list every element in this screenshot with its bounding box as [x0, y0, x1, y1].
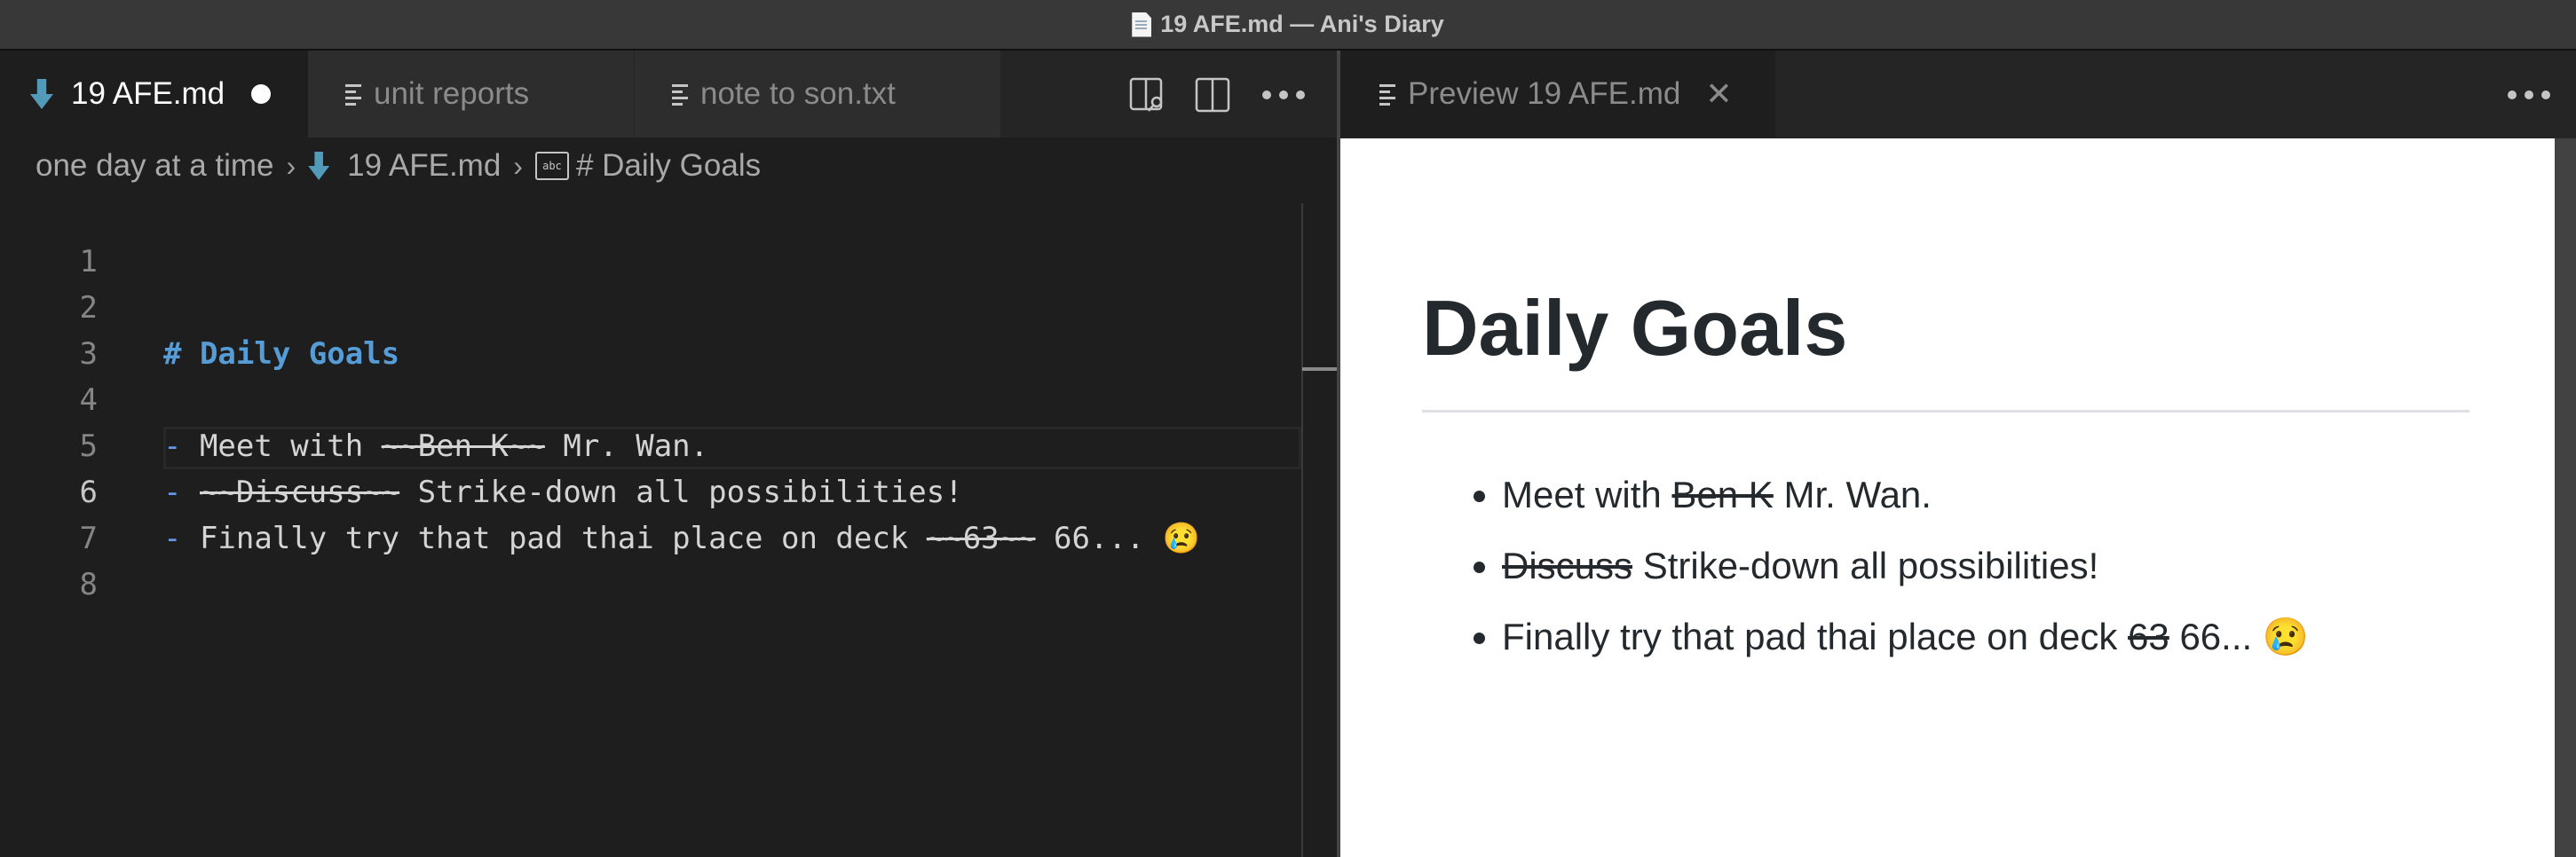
cursor-position-marker: [1302, 367, 1337, 371]
struck-text: 63: [2128, 616, 2169, 657]
item-text: Strike-down all possibilities!: [1632, 545, 2099, 586]
chevron-right-icon: ›: [513, 149, 523, 182]
editor-line[interactable]: 1: [0, 193, 1301, 279]
tab-label: note to son.txt: [700, 76, 896, 111]
preview-scrollbar[interactable]: [2555, 138, 2576, 857]
title-bar: 19 AFE.md — Ani's Diary: [0, 0, 2576, 51]
item-text: Finally try that pad thai place on deck: [1502, 616, 2129, 657]
preview-heading: Daily Goals: [1422, 284, 1848, 372]
list-item: Meet with Ben K Mr. Wan.: [1502, 460, 2309, 531]
item-text: Meet with: [1502, 474, 1672, 515]
preview-list: Meet with Ben K Mr. Wan. Discuss Strike-…: [1422, 460, 2309, 672]
unsaved-dot-icon[interactable]: [251, 84, 272, 104]
breadcrumb-symbol[interactable]: # Daily Goals: [576, 148, 761, 184]
editor-line[interactable]: 8: [0, 515, 1301, 602]
editor-line-current[interactable]: 6 - Finally try that pad thai place on d…: [0, 423, 1301, 556]
markdown-preview: Daily Goals Meet with Ben K Mr. Wan. Dis…: [1340, 138, 2555, 857]
markdown-arrow-icon: [30, 79, 53, 109]
line-number: 8: [79, 567, 98, 602]
window-title-text: 19 AFE.md — Ani's Diary: [1160, 11, 1444, 37]
breadcrumb: one day at a time › 19 AFE.md › abc # Da…: [36, 144, 761, 188]
list-item: Finally try that pad thai place on deck …: [1502, 601, 2309, 672]
text-lines-icon: [345, 83, 361, 106]
item-text: Mr. Wan.: [1773, 474, 1932, 515]
document-icon: [1132, 12, 1152, 37]
left-tab-bar: 19 AFE.md unit reports note to son.txt: [0, 51, 1337, 138]
breadcrumb-file[interactable]: 19 AFE.md: [347, 148, 501, 184]
more-actions-icon[interactable]: [2508, 90, 2550, 99]
markdown-arrow-icon: [308, 152, 330, 180]
preview-split-icon[interactable]: [1129, 77, 1165, 113]
right-tab-bar: Preview 19 AFE.md ✕: [1340, 51, 2576, 138]
overview-ruler[interactable]: [1301, 203, 1339, 857]
window-title: 19 AFE.md — Ani's Diary: [0, 0, 2576, 49]
item-text: 66... 😢: [2169, 616, 2310, 657]
editor-line[interactable]: 2 # Daily Goals: [0, 239, 1301, 372]
close-icon[interactable]: ✕: [1705, 75, 1732, 113]
tab-label: 19 AFE.md: [71, 76, 225, 111]
text-lines-icon: [1379, 83, 1395, 106]
tab-19-afe-md[interactable]: 19 AFE.md: [0, 51, 308, 138]
tab-label: Preview 19 AFE.md: [1408, 76, 1681, 111]
tab-unit-reports[interactable]: unit reports: [308, 51, 635, 138]
editor-line[interactable]: 5 - ~~Discuss~~ Strike-down all possibil…: [0, 377, 1301, 510]
tab-label: unit reports: [374, 76, 530, 111]
text-lines-icon: [672, 83, 688, 106]
chevron-right-icon: ›: [286, 149, 296, 182]
tab-note-to-son[interactable]: note to son.txt: [635, 51, 1001, 138]
more-actions-icon[interactable]: [1262, 90, 1305, 99]
string-symbol-icon: abc: [534, 152, 569, 180]
heading-divider: [1422, 410, 2469, 413]
tab-preview-19-afe-md[interactable]: Preview 19 AFE.md ✕: [1340, 51, 1775, 138]
editor-line[interactable]: 7: [0, 469, 1301, 556]
struck-text: Discuss: [1502, 545, 1633, 586]
editor-line[interactable]: 4 - Meet with ~~Ben K~~ Mr. Wan.: [0, 331, 1301, 464]
code-editor[interactable]: 1 2 # Daily Goals 3 4 - Meet with ~~Ben …: [0, 191, 1337, 857]
split-editor-icon[interactable]: [1195, 77, 1230, 113]
list-item: Discuss Strike-down all possibilities!: [1502, 531, 2309, 601]
struck-text: Ben K: [1671, 474, 1774, 515]
breadcrumb-folder[interactable]: one day at a time: [36, 148, 274, 184]
editor-line[interactable]: 3: [0, 285, 1301, 372]
